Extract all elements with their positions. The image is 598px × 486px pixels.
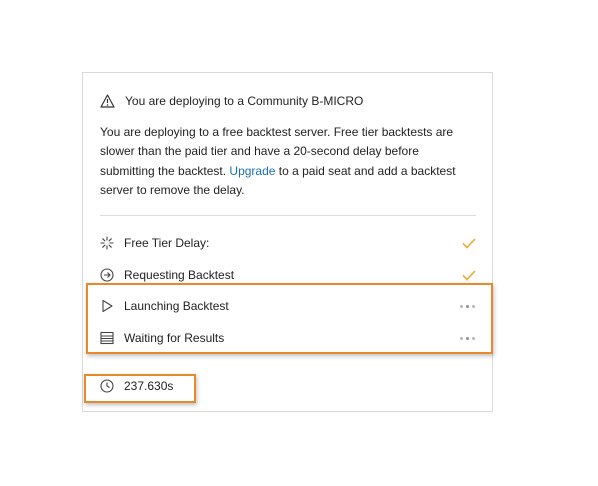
step-free-tier-delay: Free Tier Delay: — [100, 233, 476, 253]
description: You are deploying to a free backtest ser… — [100, 123, 470, 201]
upgrade-link[interactable]: Upgrade — [229, 164, 275, 178]
check-icon — [462, 269, 476, 281]
spinner-icon — [100, 236, 114, 250]
warning-row: You are deploying to a Community B-MICRO — [100, 94, 363, 108]
deploy-panel: You are deploying to a Community B-MICRO… — [82, 72, 493, 412]
warning-title: You are deploying to a Community B-MICRO — [125, 94, 364, 108]
highlight-pending-steps — [86, 283, 493, 354]
divider — [100, 215, 476, 216]
step-label: Requesting Backtest — [124, 268, 235, 282]
check-icon — [462, 237, 476, 249]
step-label: Free Tier Delay: — [124, 236, 210, 250]
arrow-circle-icon — [100, 268, 114, 282]
step-requesting-backtest: Requesting Backtest — [100, 265, 476, 285]
highlight-timer — [84, 374, 196, 403]
warning-triangle-icon — [100, 94, 115, 108]
